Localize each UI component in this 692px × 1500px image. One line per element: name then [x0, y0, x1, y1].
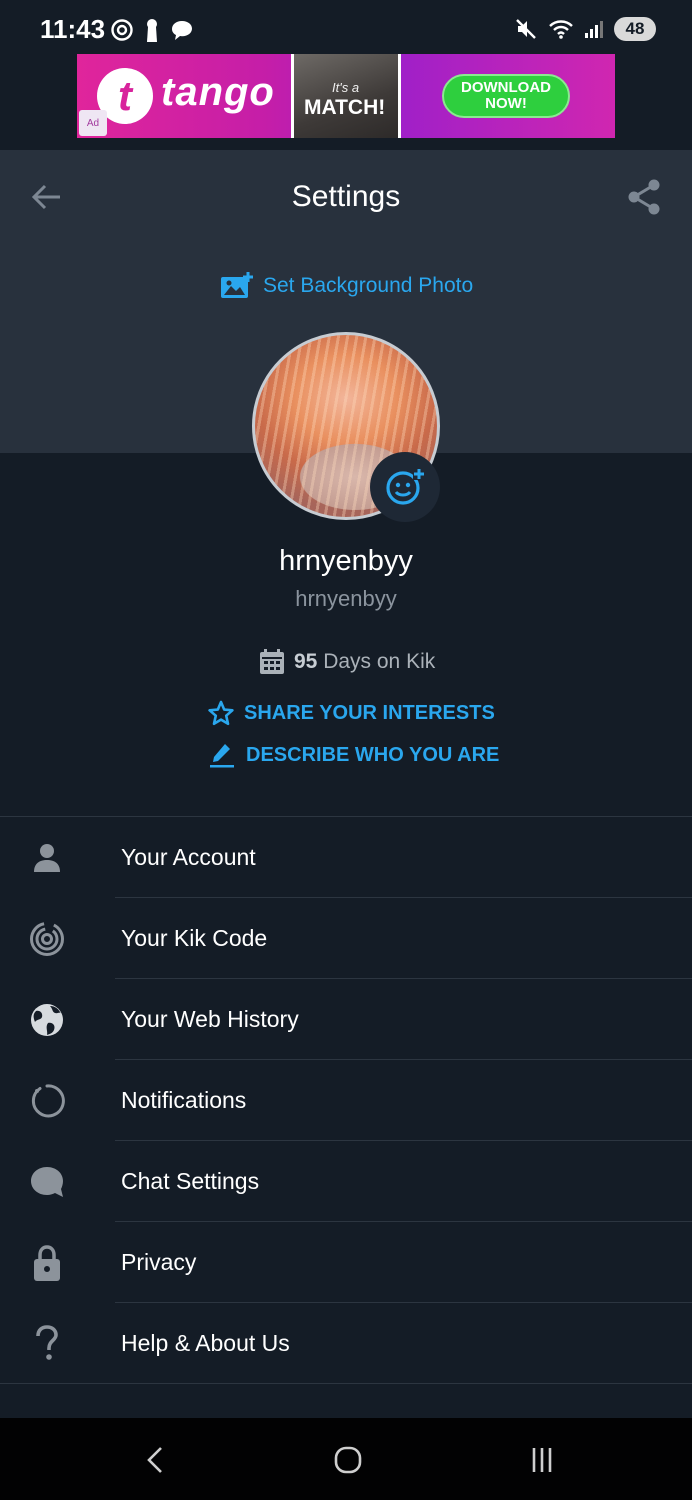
add-photo-icon [221, 272, 253, 298]
share-button[interactable] [626, 178, 662, 216]
ad-cta-line2: NOW! [485, 95, 527, 112]
menu-item-privacy[interactable]: Privacy [0, 1222, 692, 1303]
share-interests-link[interactable]: SHARE YOUR INTERESTS [208, 700, 495, 726]
days-on-kik: 95 Days on Kik [258, 648, 435, 676]
menu-label-your-account: Your Account [121, 844, 256, 870]
nav-recents-button[interactable] [522, 1444, 562, 1476]
ad-brand-name: tango [161, 70, 275, 114]
status-notification-icons [110, 18, 194, 42]
menu-label-privacy: Privacy [121, 1249, 197, 1275]
describe-who-you-are-link[interactable]: DESCRIBE WHO YOU ARE [208, 741, 499, 769]
menu-item-your-kik-code[interactable]: Your Kik Code [0, 898, 692, 979]
star-icon [208, 700, 234, 726]
username: hrnyenbyy [295, 586, 397, 611]
status-system-icons: 48 [514, 17, 656, 41]
ad-cta-text: DOWNLOAD NOW! [461, 80, 551, 112]
describe-label: DESCRIBE WHO YOU ARE [246, 743, 500, 766]
menu-item-your-account[interactable]: Your Account [0, 817, 692, 898]
chat-bubble-icon [172, 21, 192, 40]
ad-banner[interactable]: t tango Ad It's a MATCH! DOWNLOAD NOW! [77, 54, 615, 138]
ad-photo-headline: MATCH! [304, 96, 386, 119]
nav-home-icon [334, 1446, 362, 1474]
nav-home-button[interactable] [328, 1444, 368, 1476]
lock-icon [28, 1244, 66, 1282]
menu-label-help-about-us: Help & About Us [121, 1330, 290, 1356]
menu-item-help-about-us[interactable]: Help & About Us [0, 1303, 692, 1384]
status-bar: 11:43 48 [0, 0, 692, 58]
menu-divider [0, 1383, 692, 1384]
globe-icon [28, 1001, 66, 1039]
ad-photo: It's a MATCH! [291, 54, 401, 138]
display-name: hrnyenbyy [279, 545, 413, 577]
keyhole-icon [147, 19, 157, 42]
ad-cta-line1: DOWNLOAD [461, 79, 551, 96]
person-icon [28, 839, 66, 877]
menu-label-notifications: Notifications [121, 1087, 247, 1113]
nav-back-button[interactable] [135, 1444, 175, 1476]
nav-recents-icon [532, 1448, 552, 1472]
ad-badge[interactable]: Ad [79, 110, 107, 136]
share-icon [628, 179, 660, 215]
days-count: 95 [294, 650, 318, 673]
menu-label-your-kik-code: Your Kik Code [121, 925, 268, 951]
share-interests-label: SHARE YOUR INTERESTS [244, 701, 495, 724]
chat-bubble-icon [28, 1163, 66, 1201]
kik-code-icon [28, 920, 66, 958]
calendar-icon [260, 649, 284, 674]
smiley-add-icon [386, 468, 425, 505]
menu-label-your-web-history: Your Web History [121, 1006, 299, 1032]
ad-download-button[interactable]: DOWNLOAD NOW! [442, 74, 570, 118]
threads-icon [111, 19, 133, 41]
menu-item-chat-settings[interactable]: Chat Settings [0, 1141, 692, 1222]
menu-item-your-web-history[interactable]: Your Web History [0, 979, 692, 1060]
page-title: Settings [291, 180, 401, 213]
system-navigation-bar [0, 1418, 692, 1500]
edit-emoji-button[interactable] [370, 452, 440, 522]
mute-icon [516, 19, 536, 39]
notification-ring-icon [28, 1082, 66, 1120]
days-suffix: Days on Kik [323, 650, 436, 673]
set-background-label: Set Background Photo [263, 274, 474, 297]
status-time: 11:43 [40, 14, 106, 44]
signal-icon [585, 21, 603, 38]
battery-indicator: 48 [614, 17, 656, 41]
ad-container: t tango Ad It's a MATCH! DOWNLOAD NOW! [0, 54, 692, 150]
days-text: 95 Days on Kik [294, 650, 435, 674]
nav-back-icon [147, 1447, 162, 1473]
question-icon [28, 1325, 66, 1363]
pencil-icon [210, 744, 234, 768]
ad-photo-caption: It's a [332, 80, 360, 95]
menu-label-chat-settings: Chat Settings [121, 1168, 260, 1194]
set-background-photo-button[interactable]: Set Background Photo [220, 272, 473, 300]
menu-item-notifications[interactable]: Notifications [0, 1060, 692, 1141]
wifi-icon [549, 20, 573, 39]
